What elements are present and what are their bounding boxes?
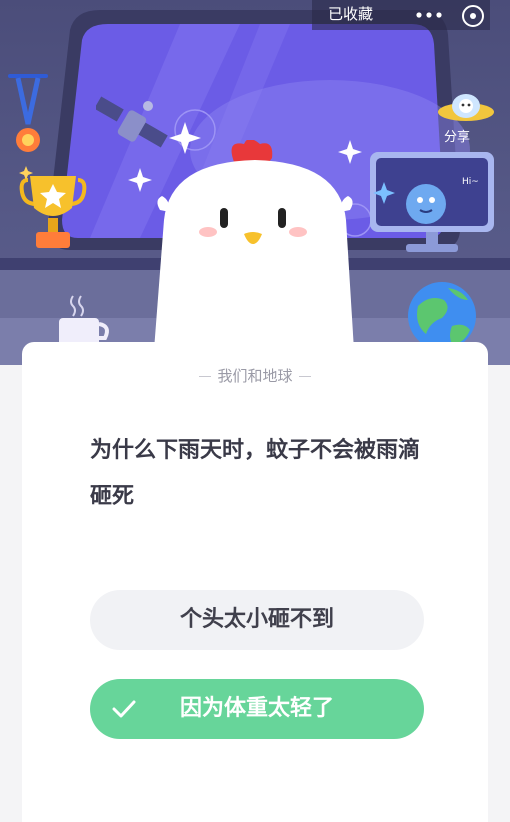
trophy-illustration [19,166,87,248]
question-card: 我们和地球 为什么下雨天时，蚊子不会被雨滴砸死 个头太小砸不到 因为体重太轻了 [22,342,488,822]
category-header: 我们和地球 [22,366,488,386]
answer-option-b[interactable]: 因为体重太轻了 [90,679,424,739]
check-icon [112,700,136,718]
divider [298,376,311,377]
close-circle-icon[interactable] [460,3,486,29]
category-label: 我们和地球 [217,367,293,385]
answer-option-a-label: 个头太小砸不到 [179,607,334,632]
divider [199,376,212,377]
chicken-mascot-illustration [154,140,354,350]
share-label[interactable]: 分享 [444,130,470,146]
monitor-greeting: Hi~ [462,177,479,187]
hero-scene: 分享 Hi~ 已收藏 [0,0,510,365]
answer-option-a[interactable]: 个头太小砸不到 [90,590,424,650]
more-dots-icon[interactable] [416,12,442,18]
medal-illustration [8,74,48,152]
monitor-illustration: Hi~ [370,152,494,252]
collected-label[interactable]: 已收藏 [328,4,373,24]
question-text: 为什么下雨天时，蚊子不会被雨滴砸死 [90,438,421,509]
share-icon[interactable] [436,84,496,130]
quiz-page: 分享 Hi~ 已收藏 我们和地球 为什么下雨天时，蚊子不会被雨滴砸死 个头太小砸… [0,0,510,822]
answer-option-b-label: 因为体重太轻了 [179,696,334,721]
